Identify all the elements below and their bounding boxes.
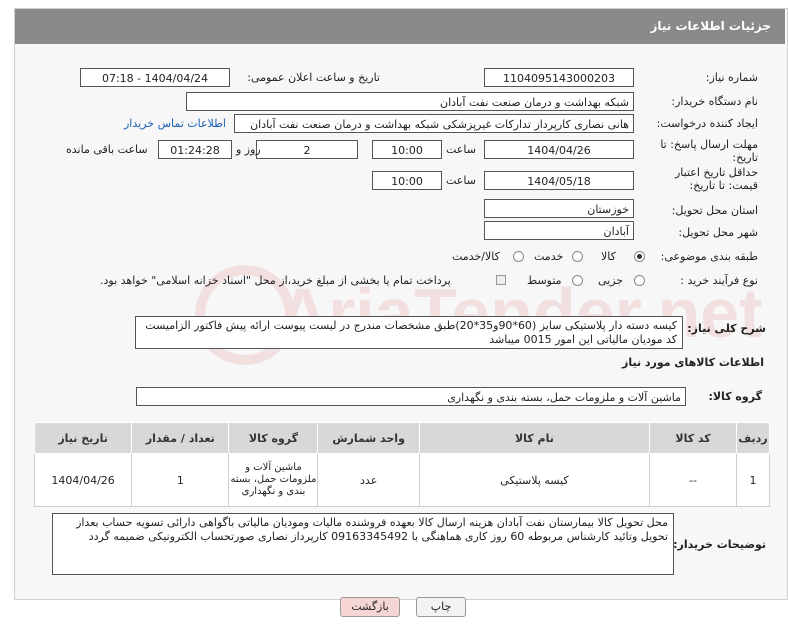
cell-name: کیسه پلاستیکی bbox=[418, 453, 651, 507]
category-label: طبقه بندی موضوعی: bbox=[660, 250, 758, 263]
process-option-minor: جزیی bbox=[598, 274, 624, 287]
price-date-field: 1404/05/18 bbox=[484, 171, 634, 190]
panel-header: جزئیات اطلاعات نیاز bbox=[15, 9, 785, 44]
need-number-label: شماره نیاز: bbox=[705, 71, 758, 84]
cell-date: 1404/04/26 bbox=[33, 453, 133, 507]
back-button[interactable]: بازگشت bbox=[340, 597, 400, 617]
cell-code: -- bbox=[649, 453, 738, 507]
col-header-quantity: تعداد / مقدار bbox=[131, 422, 230, 454]
buyer-contact-link[interactable]: اطلاعات تماس خریدار bbox=[124, 117, 226, 130]
buyer-org-field: شبکه بهداشت و درمان صنعت نفت آبادان bbox=[186, 92, 634, 111]
process-radio-medium[interactable] bbox=[572, 275, 583, 286]
reply-time-label: ساعت bbox=[446, 143, 476, 156]
reply-time-field: 10:00 bbox=[372, 140, 442, 159]
buyer-notes-textarea: محل تحویل کالا بیمارستان نفت آبادان هزین… bbox=[52, 513, 674, 575]
creator-field: هانی نصاری کارپرداز تدارکات غیرپزشکی شبک… bbox=[234, 114, 634, 133]
days-label: روز و bbox=[236, 143, 261, 156]
province-field: خوزستان bbox=[484, 199, 634, 218]
category-radio-goods-service[interactable] bbox=[513, 251, 524, 262]
panel-title: جزئیات اطلاعات نیاز bbox=[650, 19, 771, 33]
col-header-code: کد کالا bbox=[649, 422, 738, 454]
province-label: استان محل تحویل: bbox=[671, 204, 758, 217]
process-option-medium: متوسط bbox=[527, 274, 562, 287]
cell-row-number: 1 bbox=[736, 453, 770, 507]
reply-date-field: 1404/04/26 bbox=[484, 140, 634, 159]
announce-field: 1404/04/24 - 07:18 bbox=[80, 68, 230, 87]
description-textarea: کیسه دسته دار پلاستیکی سایز (60*90و35*20… bbox=[135, 316, 683, 349]
cell-quantity: 1 bbox=[131, 453, 230, 507]
description-label: شرح کلی نیاز: bbox=[687, 322, 766, 335]
reply-deadline-label: مهلت ارسال پاسخ: تا تاریخ: bbox=[660, 138, 758, 164]
items-table: ردیف کد کالا نام کالا واحد شمارش گروه کا… bbox=[33, 422, 770, 507]
print-button[interactable]: چاپ bbox=[416, 597, 466, 617]
days-field: 2 bbox=[256, 140, 358, 159]
city-field: آبادان bbox=[484, 221, 634, 240]
col-header-unit: واحد شمارش bbox=[317, 422, 420, 454]
treasury-note: پرداخت تمام یا بخشی از مبلغ خرید،از محل … bbox=[100, 274, 451, 287]
category-radio-service[interactable] bbox=[572, 251, 583, 262]
cell-group: ماشین آلات و ملزومات حمل، بسته بندی و نگ… bbox=[228, 453, 319, 507]
creator-label: ایجاد کننده درخواست: bbox=[656, 117, 758, 130]
goods-section-title: اطلاعات کالاهای مورد نیاز bbox=[622, 356, 764, 369]
category-radio-goods[interactable] bbox=[634, 251, 645, 262]
col-header-name: نام کالا bbox=[418, 422, 651, 454]
price-time-label: ساعت bbox=[446, 174, 476, 187]
price-time-field: 10:00 bbox=[372, 171, 442, 190]
cell-unit: عدد bbox=[317, 453, 420, 507]
buyer-notes-label: توضیحات خریدار: bbox=[673, 538, 766, 551]
treasury-checkbox[interactable] bbox=[496, 275, 506, 285]
process-label: نوع فرآیند خرید : bbox=[680, 274, 758, 287]
remaining-label: ساعت باقی مانده bbox=[66, 143, 148, 156]
category-option-goods-service: کالا/خدمت bbox=[452, 250, 500, 263]
category-option-goods: کالا bbox=[601, 250, 616, 263]
price-validity-label: حداقل تاریخ اعتبار قیمت: تا تاریخ: bbox=[674, 166, 758, 192]
table-row: 1 -- کیسه پلاستیکی عدد ماشین آلات و ملزو… bbox=[33, 453, 770, 507]
col-header-date: تاریخ نیاز bbox=[33, 422, 133, 454]
goods-group-field: ماشین آلات و ملزومات حمل، بسته بندی و نگ… bbox=[136, 387, 686, 406]
need-number-field: 1104095143000203 bbox=[484, 68, 634, 87]
announce-label: تاریخ و ساعت اعلان عمومی: bbox=[247, 71, 380, 84]
remaining-time-field: 01:24:28 bbox=[158, 140, 232, 159]
process-radio-minor[interactable] bbox=[634, 275, 645, 286]
city-label: شهر محل تحویل: bbox=[678, 226, 758, 239]
goods-group-label: گروه کالا: bbox=[708, 390, 762, 403]
col-header-group: گروه کالا bbox=[228, 422, 319, 454]
col-header-row-number: ردیف bbox=[736, 422, 770, 454]
table-header-row: ردیف کد کالا نام کالا واحد شمارش گروه کا… bbox=[33, 422, 770, 454]
buyer-org-label: نام دستگاه خریدار: bbox=[671, 95, 758, 108]
category-option-service: خدمت bbox=[534, 250, 564, 263]
